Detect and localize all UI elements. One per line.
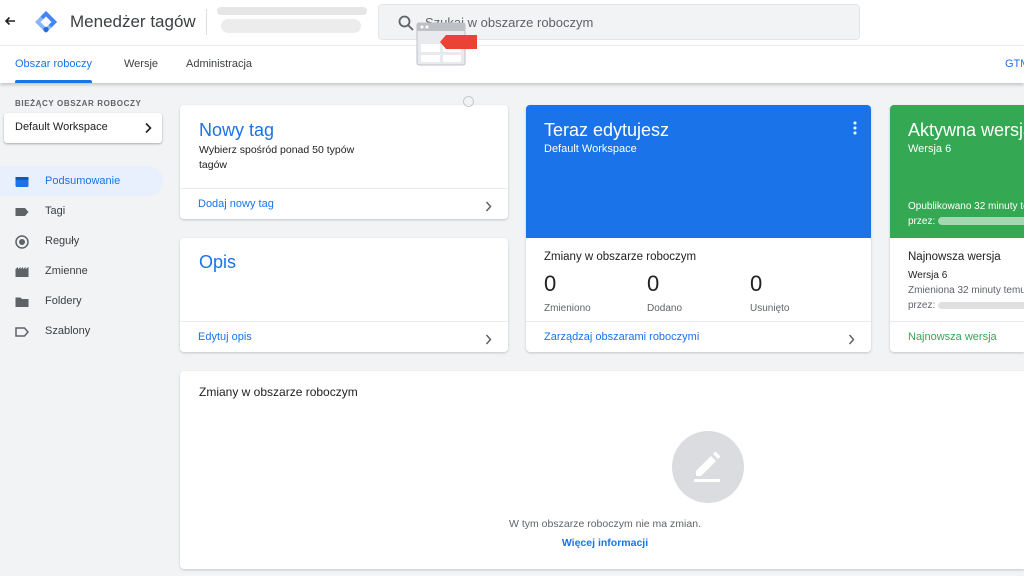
new-tag-card[interactable]: Nowy tag Wybierz spośród ponad 50 typów … [180,105,508,219]
container-id-link[interactable]: GTM [1005,46,1024,83]
sidebar-item-triggers[interactable]: Reguły [0,226,163,256]
tag-manager-logo-icon[interactable] [34,10,58,34]
stat-added: 0 Dodano [647,271,682,314]
manage-workspaces-link[interactable]: Zarządzaj obszarami roboczymi [544,322,699,352]
current-workspace-label: BIEŻĄCY OBSZAR ROBOCZY [15,99,142,108]
publisher-redacted [938,217,1024,226]
description-card: Opis Edytuj opis [180,238,508,352]
sidebar-item-variables[interactable]: Zmienne [0,256,163,286]
back-arrow-icon[interactable] [3,12,17,32]
workspace-changes-title: Zmiany w obszarze roboczym [544,251,697,263]
workspace-name: Default Workspace [15,121,108,133]
live-published-time: Opublikowano 32 minuty temu [908,201,1024,212]
sidebar-item-label: Foldery [45,295,82,307]
latest-version-link[interactable]: Najnowsza wersja [908,322,997,352]
latest-version-title: Najnowsza wersja [908,251,1001,263]
editing-title: Teraz edytujesz [544,120,670,140]
tag-icon [15,205,29,217]
loading-indicator-icon [463,96,474,107]
empty-state-illustration [672,431,744,503]
tab-admin[interactable]: Administracja [186,46,252,83]
stat-value: 0 [544,271,557,296]
more-vert-icon[interactable] [853,121,857,135]
editing-workspace-card: Teraz edytujesz Default Workspace Zmiany… [526,105,871,352]
sidebar-item-label: Zmienne [45,265,88,277]
tab-workspace[interactable]: Obszar roboczy [15,46,93,83]
latest-version-by: przez: [908,300,1024,311]
live-published-by: przez: [908,216,1024,227]
workspace-changes-card: Zmiany w obszarze roboczym W tym obszarz… [180,371,1024,569]
sidebar-item-folders[interactable]: Foldery [0,286,163,316]
container-name-redacted [221,19,361,33]
trigger-icon [15,235,29,249]
workspace-changes-heading: Zmiany w obszarze roboczym [199,385,358,399]
live-footer[interactable]: Najnowsza wersja [890,321,1024,352]
empty-state-text: W tym obszarze roboczym nie ma zmian. [509,518,701,530]
live-version-card: Aktywna wersja Wersja 6 Opublikowano 32 … [890,105,1024,352]
new-tag-title[interactable]: Nowy tag [199,120,274,141]
stat-deleted: 0 Usunięto [750,271,789,314]
new-tag-footer[interactable]: Dodaj nowy tag [180,188,508,219]
search-icon [397,14,415,32]
description-footer[interactable]: Edytuj opis [180,321,508,352]
stat-value: 0 [647,271,660,296]
stat-label: Zmieniono [544,303,591,314]
folder-icon [15,295,29,307]
stat-modified: 0 Zmieniono [544,271,591,314]
add-new-tag-link[interactable]: Dodaj nowy tag [198,189,274,219]
chevron-right-icon [848,332,855,345]
live-version-number: Wersja 6 [908,143,952,155]
header-divider [206,9,207,35]
latest-version-modified: Zmieniona 32 minuty temu [908,285,1024,296]
published-by-label: przez: [908,216,936,227]
tab-versions[interactable]: Wersje [124,46,158,83]
template-icon [15,325,29,337]
overview-icon [15,175,29,187]
learn-more-link[interactable]: Więcej informacji [180,537,1024,549]
tab-bar: Obszar roboczy Wersje Administracja GTM [0,45,1024,83]
sidebar-item-label: Szablony [45,325,91,337]
latest-by-label: przez: [908,300,936,311]
account-container-selector[interactable] [215,5,370,39]
workspace-selector[interactable]: Default Workspace [4,113,162,143]
edit-description-link[interactable]: Edytuj opis [198,322,252,352]
description-title: Opis [199,252,237,272]
account-name-redacted [217,7,367,15]
sidebar-item-templates[interactable]: Szablony [0,316,163,346]
sidebar-item-label: Reguły [45,235,80,247]
sidebar-item-overview[interactable]: Podsumowanie [0,166,163,196]
top-app-bar: Menedżer tagów [0,0,1024,45]
chevron-right-icon [485,332,492,345]
editing-workspace-name: Default Workspace [544,143,637,155]
stat-value: 0 [750,271,763,296]
tag-illustration-icon [416,22,478,68]
new-tag-description: Wybierz spośród ponad 50 typów tagów [199,144,355,171]
editing-footer[interactable]: Zarządzaj obszarami roboczymi [526,321,871,352]
stat-label: Dodano [647,303,683,314]
latest-version-number: Wersja 6 [908,270,948,281]
chevron-right-icon [485,199,492,212]
chevron-right-icon [144,121,152,134]
app-title: Menedżer tagów [70,12,196,31]
edit-pencil-icon [694,451,721,482]
stat-label: Usunięto [750,303,790,314]
sidebar-item-label: Podsumowanie [45,175,121,187]
sidebar-nav: Podsumowanie Tagi Reguły Zmienne Foldery… [0,166,163,346]
live-version-title: Aktywna wersja [908,120,1024,140]
sidebar-item-label: Tagi [45,205,66,217]
sidebar-item-tags[interactable]: Tagi [0,196,163,226]
variable-icon [15,265,29,277]
search-input[interactable] [425,5,845,39]
modifier-redacted [938,301,1024,309]
